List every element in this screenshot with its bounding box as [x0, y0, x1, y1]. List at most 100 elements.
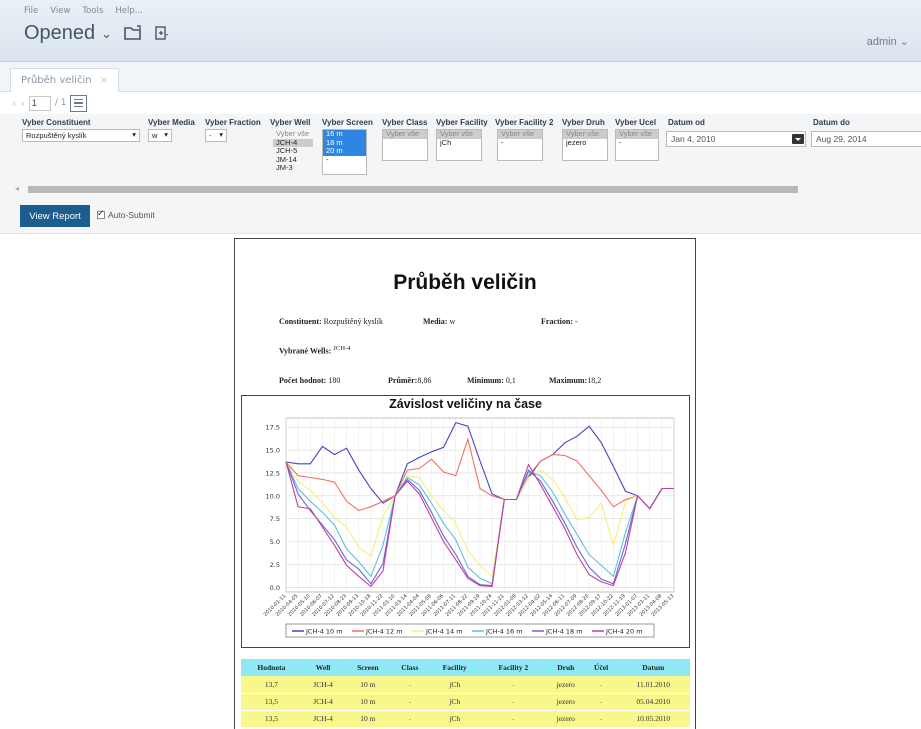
list-item[interactable]: -: [498, 138, 542, 148]
media-value: w: [152, 131, 158, 140]
auto-submit-label: Auto-Submit: [108, 210, 155, 220]
table-cell: 10 m: [344, 693, 392, 711]
well-listbox[interactable]: Vyber vše JCH-4 JCH-5 JM-14 JM-3: [272, 129, 314, 175]
report-pager: ‹ › / 1: [12, 94, 88, 112]
table-body: 13,7 JCH-4 10 m - jCh - jezero -11.01.2010 13,5 J…: [241, 676, 690, 728]
next-page-icon[interactable]: ›: [20, 97, 24, 110]
calendar-icon[interactable]: [792, 134, 804, 144]
new-report-icon[interactable]: [154, 25, 170, 41]
table-cell: -: [481, 710, 546, 728]
tab-strip: Průběh veličin ×: [0, 62, 921, 92]
user-menu[interactable]: admin ⌄: [867, 35, 909, 48]
datum-od-input[interactable]: Jan 4, 2010: [666, 131, 806, 147]
toolbar-icons: [124, 25, 170, 41]
close-icon[interactable]: ×: [100, 75, 108, 86]
table-cell: jezero: [545, 676, 586, 694]
table-header-row: Hodnota Well Screen Class Facility Facility 2…: [241, 659, 690, 676]
list-item[interactable]: jCh: [437, 138, 481, 148]
user-name: admin: [866, 36, 897, 48]
folder-open-icon[interactable]: [124, 25, 144, 41]
media-select[interactable]: w ▾: [148, 129, 172, 142]
wells-info-value: JCH-4: [333, 345, 351, 352]
table-cell: JCH-4: [301, 676, 345, 694]
table-cell: jCh: [428, 676, 482, 694]
fraction-select[interactable]: - ▾: [205, 129, 227, 142]
list-item[interactable]: Vyber vše: [498, 130, 542, 139]
screen-listbox[interactable]: 16 m 18 m 20 m -: [322, 129, 367, 175]
media-info: Media: w: [423, 317, 455, 326]
y-tick-label: 12.5: [266, 469, 280, 477]
table-cell: jCh: [428, 693, 482, 711]
count-info-value: 180: [328, 376, 341, 385]
class-listbox[interactable]: Vyber vše: [382, 129, 428, 161]
druh-listbox[interactable]: Vyber vše jezero: [562, 129, 608, 161]
page-total: / 1: [54, 98, 67, 108]
table-cell: jCh: [428, 710, 482, 728]
facility2-label: Vyber Facility 2: [495, 118, 554, 127]
list-item[interactable]: 20 m: [323, 147, 366, 156]
list-item[interactable]: -: [616, 138, 658, 148]
facility-listbox[interactable]: Vyber vše jCh: [436, 129, 482, 161]
table-cell: 13,5: [241, 693, 302, 711]
legend-label: JCH-4 12 m: [365, 628, 403, 636]
ucel-listbox[interactable]: Vyber vše -: [615, 129, 659, 161]
tab-label: Průběh veličin: [21, 75, 92, 86]
column-header: Well: [301, 659, 345, 676]
constituent-label: Vyber Constituent: [22, 118, 91, 127]
column-header: Druh: [545, 659, 586, 676]
menu-help[interactable]: Help...: [115, 6, 142, 16]
list-item[interactable]: Vyber vše: [383, 130, 427, 139]
list-item[interactable]: Vyber vše: [616, 130, 658, 139]
caret-down-icon: ▾: [219, 130, 223, 139]
druh-label: Vyber Druh: [562, 118, 605, 127]
y-tick-label: 15.0: [266, 447, 280, 455]
caret-down-icon: ▾: [164, 130, 168, 139]
ucel-label: Vyber Ucel: [615, 118, 657, 127]
list-view-icon[interactable]: [70, 94, 88, 112]
constituent-value: Rozpuštěný kyslík: [26, 131, 87, 140]
facility2-listbox[interactable]: Vyber vše -: [497, 129, 543, 161]
table-cell: -: [391, 710, 429, 728]
fraction-info-value: -: [575, 317, 578, 326]
media-info-value: w: [449, 317, 456, 326]
auto-submit-checkbox[interactable]: [97, 208, 105, 219]
tab-report[interactable]: Průběh veličin ×: [10, 68, 119, 92]
table-cell: 13,5: [241, 710, 302, 728]
y-tick-label: 0.0: [270, 584, 280, 592]
datum-od-label: Datum od: [668, 118, 705, 127]
chevron-down-icon: ⌄: [101, 25, 113, 41]
list-item[interactable]: -: [323, 155, 366, 165]
menu-file[interactable]: File: [24, 6, 38, 16]
page-number-input[interactable]: [28, 95, 51, 111]
min-info-label: Minimum:: [467, 376, 504, 385]
avg-info: Průměr:8,86: [388, 376, 431, 385]
count-info: Počet hodnot: 180: [279, 376, 340, 385]
data-table: Hodnota Well Screen Class Facility Facility 2…: [241, 659, 690, 728]
legend-label: JCH-4 20 m: [605, 628, 643, 636]
opened-dropdown[interactable]: Opened ⌄: [24, 22, 112, 45]
list-item[interactable]: jezero: [563, 138, 607, 148]
table-cell: 10 m: [344, 710, 392, 728]
datum-do-input[interactable]: Aug 29, 2014: [811, 131, 921, 147]
wells-info-label: Vybrané Wells:: [279, 346, 332, 356]
list-item[interactable]: JM-3: [273, 164, 313, 173]
table-cell: jezero: [545, 693, 586, 711]
legend-label: JCH-4 10 m: [305, 628, 343, 636]
table-row: 13,7 JCH-4 10 m - jCh - jezero -11.01.2010: [241, 676, 690, 694]
avg-info-label: Průměr:: [388, 376, 418, 385]
constituent-select[interactable]: Rozpuštěný kyslík ▾: [22, 129, 140, 142]
auto-submit-toggle[interactable]: Auto-Submit: [97, 208, 155, 220]
horizontal-scrollbar[interactable]: [28, 186, 798, 193]
legend-label: JCH-4 16 m: [485, 628, 523, 636]
y-tick-label: 2.5: [270, 561, 280, 569]
well-label: Vyber Well: [270, 118, 311, 127]
datum-do-label: Datum do: [813, 118, 850, 127]
caret-down-icon: ▾: [132, 130, 136, 139]
view-report-button[interactable]: View Report: [20, 205, 90, 227]
menu-tools[interactable]: Tools: [82, 6, 103, 16]
column-header: Screen: [344, 659, 392, 676]
prev-page-icon[interactable]: ‹: [12, 97, 16, 110]
menu-view[interactable]: View: [50, 6, 70, 16]
constituent-info-label: Constituent:: [279, 317, 322, 326]
scroll-left-icon[interactable]: ◂: [15, 184, 19, 193]
